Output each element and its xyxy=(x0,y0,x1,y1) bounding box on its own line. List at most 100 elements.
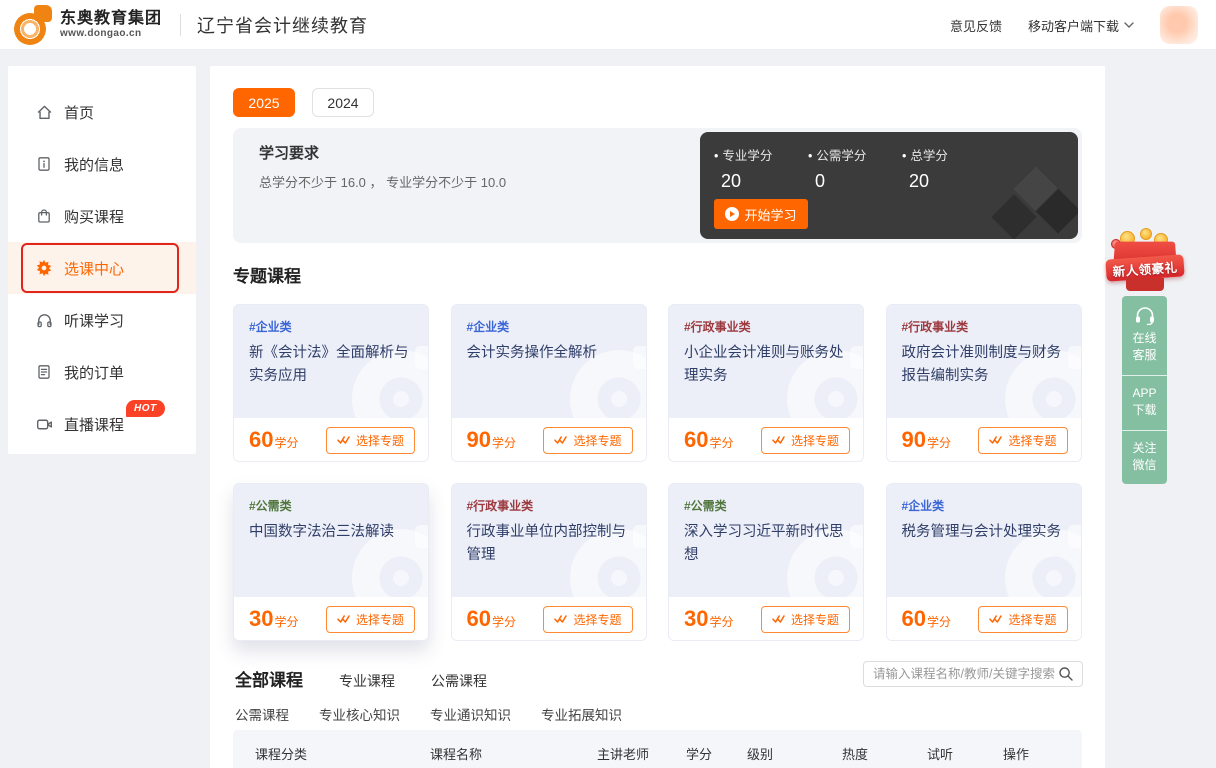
app-download-button[interactable]: APP 下载 xyxy=(1122,375,1167,430)
topic-title: 政府会计准则制度与财务报告编制实务 xyxy=(902,342,1066,388)
subtab-core-knowledge[interactable]: 专业核心知识 xyxy=(319,704,400,724)
info-doc-icon xyxy=(35,155,53,173)
credits-summary-panel: 专业学分 20 公需学分 0 总学分 20 开始学习 xyxy=(700,132,1078,239)
topic-card[interactable]: #行政事业类 小企业会计准则与账务处理实务 60学分 选择专题 xyxy=(668,304,864,462)
online-service-button[interactable]: 在线 客服 xyxy=(1122,296,1167,375)
credit-value: 60 xyxy=(902,606,926,632)
double-check-icon xyxy=(337,614,351,624)
requirements-detail: 总学分不少于 16.0 ， 专业学分不少于 10.0 xyxy=(259,172,506,191)
topic-card[interactable]: #公需类 中国数字法治三法解读 30学分 选择专题 xyxy=(233,483,429,641)
page: 东奥教育集团 www.dongao.cn 辽宁省会计继续教育 意见反馈 移动客户… xyxy=(0,0,1216,768)
search-input[interactable] xyxy=(873,667,1058,681)
select-topic-button[interactable]: 选择专题 xyxy=(761,606,850,633)
col-actions: 操作 xyxy=(1003,744,1082,763)
hot-badge: HOT xyxy=(126,400,165,417)
credit-value: 60 xyxy=(684,427,708,453)
subtab-general-knowledge[interactable]: 专业通识知识 xyxy=(430,704,511,724)
select-topic-button[interactable]: 选择专题 xyxy=(978,427,1067,454)
top-bar: 东奥教育集团 www.dongao.cn 辽宁省会计继续教育 意见反馈 移动客户… xyxy=(0,0,1216,50)
category-tag: #行政事业类 xyxy=(467,497,631,514)
tab-all-courses[interactable]: 全部课程 xyxy=(235,666,303,691)
chevron-down-icon xyxy=(1124,22,1134,28)
topic-title: 中国数字法治三法解读 xyxy=(249,521,413,544)
double-check-icon xyxy=(772,435,786,445)
sidebar-item-label: 选课中心 xyxy=(64,258,124,279)
topic-courses-title: 专题课程 xyxy=(233,262,301,287)
sidebar-item-course-selection[interactable]: 选课中心 xyxy=(8,242,196,294)
credit-value: 30 xyxy=(684,606,708,632)
course-table-header: 课程分类 课程名称 主讲老师 学分 级别 热度 试听 操作 xyxy=(233,730,1082,768)
credit-unit: 学分 xyxy=(274,613,298,630)
start-learning-button[interactable]: 开始学习 xyxy=(714,199,808,229)
category-tag: #公需类 xyxy=(249,497,413,514)
topic-title: 行政事业单位内部控制与管理 xyxy=(467,521,631,567)
brand-logo[interactable]: 东奥教育集团 www.dongao.cn xyxy=(12,5,162,45)
select-topic-button[interactable]: 选择专题 xyxy=(543,427,632,454)
topic-card[interactable]: #企业类 新《会计法》全面解析与实务应用 60学分 选择专题 xyxy=(233,304,429,462)
category-tag: #企业类 xyxy=(249,318,413,335)
follow-wechat-button[interactable]: 关注 微信 xyxy=(1122,430,1167,485)
orders-icon xyxy=(35,363,53,381)
feedback-link[interactable]: 意见反馈 xyxy=(950,16,1002,35)
requirements-title: 学习要求 xyxy=(259,142,319,163)
year-tab-2024[interactable]: 2024 xyxy=(312,88,374,117)
tab-public-courses[interactable]: 公需课程 xyxy=(431,671,487,691)
site-title: 辽宁省会计继续教育 xyxy=(197,12,368,38)
credit-unit: 学分 xyxy=(492,434,516,451)
category-tag: #行政事业类 xyxy=(902,318,1066,335)
col-course-category: 课程分类 xyxy=(255,744,430,763)
category-tag: #行政事业类 xyxy=(684,318,848,335)
col-audition: 试听 xyxy=(927,744,1003,763)
select-topic-button[interactable]: 选择专题 xyxy=(326,427,415,454)
double-check-icon xyxy=(554,614,568,624)
gift-box-base xyxy=(1126,278,1164,291)
user-avatar[interactable] xyxy=(1160,6,1198,44)
year-tabs: 2025 2024 xyxy=(233,88,374,117)
coin-icon xyxy=(1140,228,1152,240)
topic-card[interactable]: #行政事业类 政府会计准则制度与财务报告编制实务 90学分 选择专题 xyxy=(886,304,1082,462)
subtab-extended-knowledge[interactable]: 专业拓展知识 xyxy=(541,704,622,724)
select-topic-button[interactable]: 选择专题 xyxy=(543,606,632,633)
topic-card[interactable]: #企业类 税务管理与会计处理实务 60学分 选择专题 xyxy=(886,483,1082,641)
sidebar-item-home[interactable]: 首页 xyxy=(8,86,196,138)
col-course-name: 课程名称 xyxy=(430,744,597,763)
search-icon[interactable] xyxy=(1058,666,1074,682)
sidebar-item-live-courses[interactable]: 直播课程 HOT xyxy=(8,398,196,450)
headset-icon xyxy=(1134,307,1156,325)
main-content: 2025 2024 学习要求 总学分不少于 16.0 ， 专业学分不少于 10.… xyxy=(210,66,1105,768)
stat-total-credits: 总学分 20 xyxy=(902,145,996,192)
sidebar-item-label: 首页 xyxy=(64,102,94,123)
sidebar-item-listen-learn[interactable]: 听课学习 xyxy=(8,294,196,346)
stat-public-credits: 公需学分 0 xyxy=(808,145,902,192)
topic-card[interactable]: #公需类 深入学习习近平新时代思想 30学分 选择专题 xyxy=(668,483,864,641)
newcomer-gift-badge[interactable]: 新人领豪礼 xyxy=(1106,231,1184,293)
year-tab-2025[interactable]: 2025 xyxy=(233,88,295,117)
topic-card[interactable]: #行政事业类 行政事业单位内部控制与管理 60学分 选择专题 xyxy=(451,483,647,641)
category-tag: #公需类 xyxy=(684,497,848,514)
select-topic-button[interactable]: 选择专题 xyxy=(978,606,1067,633)
col-lecturer: 主讲老师 xyxy=(597,744,686,763)
col-credits: 学分 xyxy=(686,744,747,763)
credit-unit: 学分 xyxy=(709,434,733,451)
select-topic-button[interactable]: 选择专题 xyxy=(326,606,415,633)
sidebar-item-my-info[interactable]: 我的信息 xyxy=(8,138,196,190)
sidebar-item-my-orders[interactable]: 我的订单 xyxy=(8,346,196,398)
play-icon xyxy=(725,207,739,221)
category-tag: #企业类 xyxy=(467,318,631,335)
gear-icon xyxy=(35,259,53,277)
double-check-icon xyxy=(989,614,1003,624)
select-topic-button[interactable]: 选择专题 xyxy=(761,427,850,454)
subtab-public-courses[interactable]: 公需课程 xyxy=(235,704,289,724)
course-tabs: 全部课程 专业课程 公需课程 xyxy=(235,666,487,691)
col-popularity: 热度 xyxy=(842,744,927,763)
sidebar-item-label: 我的订单 xyxy=(64,362,124,383)
app-download-link[interactable]: 移动客户端下载 xyxy=(1028,16,1134,35)
col-level: 级别 xyxy=(747,744,842,763)
credit-value: 30 xyxy=(249,606,273,632)
topic-card[interactable]: #企业类 会计实务操作全解析 90学分 选择专题 xyxy=(451,304,647,462)
double-check-icon xyxy=(554,435,568,445)
sidebar-item-buy-courses[interactable]: 购买课程 xyxy=(8,190,196,242)
study-requirements-panel: 学习要求 总学分不少于 16.0 ， 专业学分不少于 10.0 专业学分 20 … xyxy=(233,128,1082,243)
tab-professional-courses[interactable]: 专业课程 xyxy=(339,671,395,691)
topic-title: 税务管理与会计处理实务 xyxy=(902,521,1066,544)
